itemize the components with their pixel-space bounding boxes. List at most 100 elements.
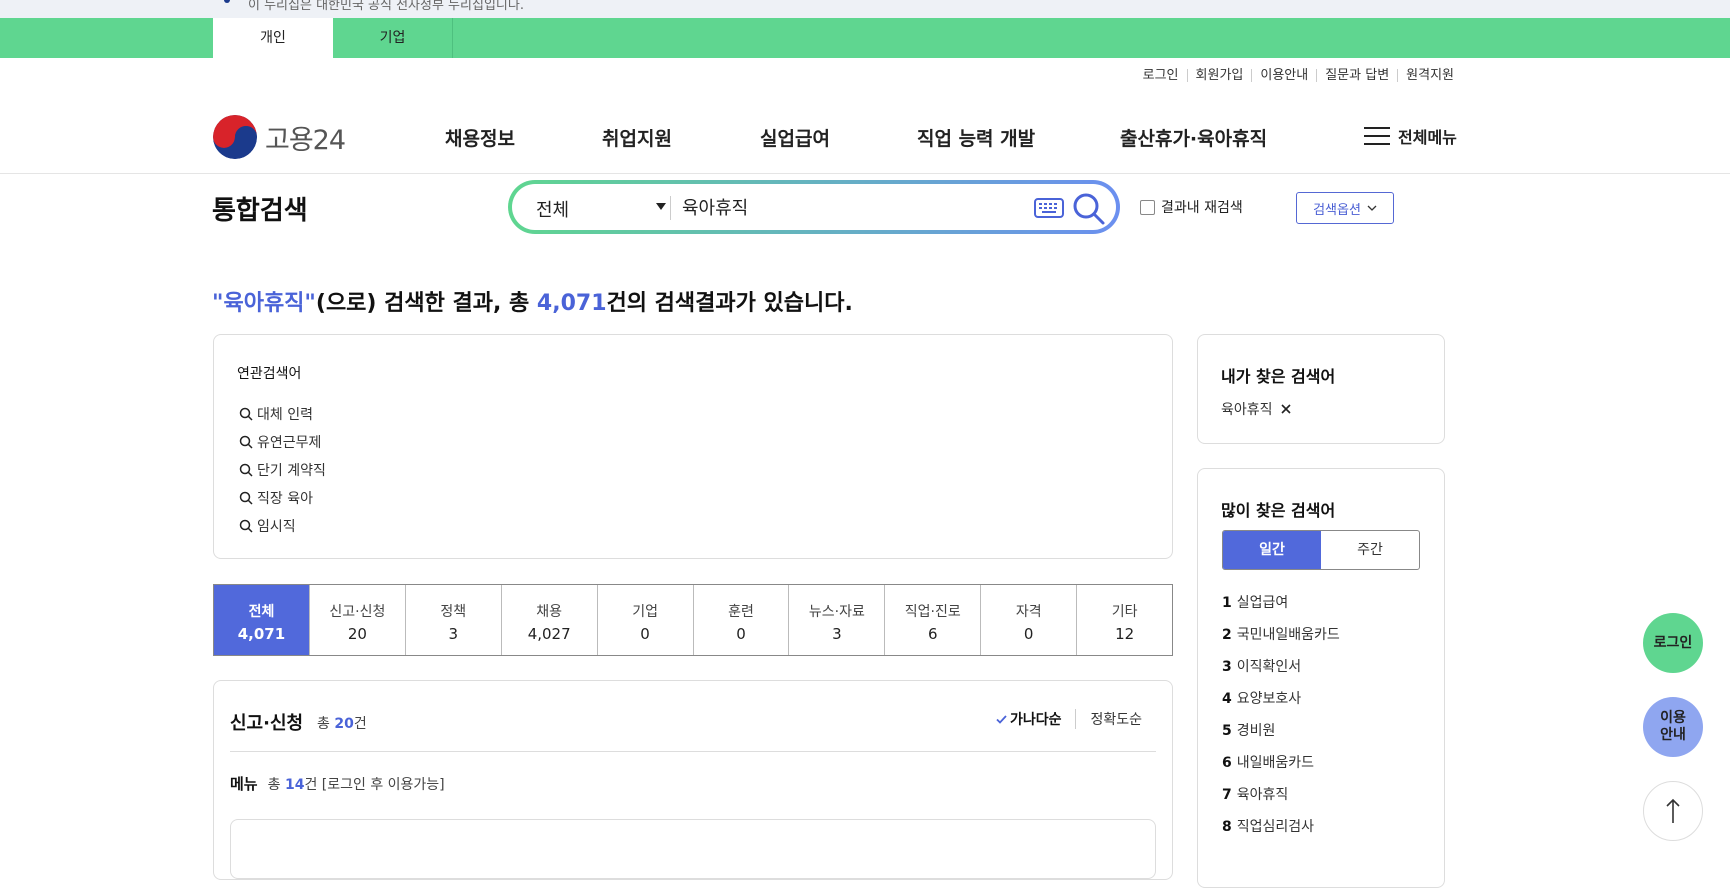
tab-label: 훈련 — [728, 604, 754, 620]
tab-etc[interactable]: 기타 12 — [1076, 585, 1172, 655]
tab-report-apply[interactable]: 신고·신청 20 — [308, 585, 405, 655]
search-category-value: 전체 — [536, 200, 570, 221]
sort-accuracy[interactable]: 정확도순 — [1075, 709, 1156, 729]
divider — [230, 751, 1156, 752]
my-keyword-item: 육아휴직 — [1221, 399, 1291, 419]
tab-count: 4,027 — [527, 625, 571, 643]
sort-alpha[interactable]: 가나다순 — [982, 709, 1076, 729]
arrow-up-icon — [1666, 798, 1680, 823]
related-item-label: 대체 인력 — [257, 407, 313, 423]
search-icon — [239, 463, 253, 477]
my-keywords-box: 내가 찾은 검색어 육아휴직 — [1197, 334, 1445, 444]
page-title: 통합검색 — [212, 196, 308, 226]
login-link[interactable]: 로그인 — [1135, 69, 1187, 82]
tab-label: 정책 — [440, 604, 467, 620]
category-tabs: 전체 4,071 신고·신청 20 정책 3 채용 4,027 기업 0 훈련 0 뉴스·자… — [213, 584, 1173, 656]
gov-banner: 이 누리집은 대한민국 공식 전자정부 누리집입니다. — [0, 0, 1730, 18]
signup-link[interactable]: 회원가입 — [1186, 69, 1252, 82]
popular-item[interactable]: 6 내일배움카드 — [1222, 747, 1340, 779]
popular-item[interactable]: 5 경비원 — [1222, 715, 1340, 747]
tab-policy[interactable]: 정책 3 — [404, 585, 501, 655]
section-count: 총 20건 — [317, 716, 367, 732]
tab-personal[interactable]: 개인 — [213, 18, 333, 58]
global-nav: 고용24 채용정보 취업지원 실업급여 직업 능력 개발 출산휴가·육아휴직 전… — [0, 100, 1730, 174]
search-options-button[interactable]: 검색옵션 — [1296, 192, 1394, 224]
search-icon — [239, 491, 253, 505]
close-icon[interactable] — [1280, 404, 1291, 414]
search-divider — [670, 196, 671, 220]
scroll-top-button[interactable] — [1643, 781, 1703, 841]
related-item[interactable]: 대체 인력 — [239, 400, 326, 428]
tab-company[interactable]: 기업 0 — [596, 585, 693, 655]
result-mid: (으로) 검색한 결과, 총 — [315, 291, 537, 316]
menu-result-card — [230, 819, 1156, 879]
related-title: 연관검색어 — [237, 366, 302, 382]
keyboard-icon[interactable] — [1034, 198, 1064, 218]
period-toggle: 일간 주간 — [1222, 530, 1420, 570]
result-keyword: "육아휴직" — [212, 291, 316, 316]
sort-alpha-label: 가나다순 — [1009, 712, 1062, 728]
nav-skill-development[interactable]: 직업 능력 개발 — [917, 124, 1035, 151]
tab-all[interactable]: 전체 4,071 — [214, 585, 309, 655]
check-icon — [996, 715, 1007, 724]
audience-tabs: 개인 기업 — [0, 18, 1730, 58]
my-keywords-title: 내가 찾은 검색어 — [1221, 367, 1336, 386]
search-icon — [239, 407, 253, 421]
tab-count: 4,071 — [237, 625, 286, 643]
tab-training[interactable]: 훈련 0 — [692, 585, 789, 655]
chevron-down-icon — [1367, 205, 1377, 211]
all-menu-button[interactable]: 전체메뉴 — [1364, 124, 1457, 148]
floating-login-button[interactable]: 로그인 — [1643, 613, 1703, 673]
related-keywords-box: 연관검색어 대체 인력 유연근무제 단기 계약직 직장 육아 임시직 — [213, 334, 1173, 559]
related-item[interactable]: 유연근무제 — [239, 428, 326, 456]
research-checkbox[interactable] — [1140, 199, 1155, 215]
tab-label: 자격 — [1015, 604, 1042, 620]
period-weekly[interactable]: 주간 — [1321, 531, 1419, 569]
popular-item[interactable]: 8 직업심리검사 — [1222, 811, 1340, 843]
popular-item[interactable]: 7 육아휴직 — [1222, 779, 1340, 811]
tab-license[interactable]: 자격 0 — [980, 585, 1076, 655]
related-item[interactable]: 단기 계약직 — [239, 456, 326, 484]
remote-support-link[interactable]: 원격지원 — [1397, 69, 1462, 82]
popular-item[interactable]: 4 요양보호사 — [1222, 683, 1340, 715]
related-item[interactable]: 임시직 — [239, 512, 326, 540]
tab-label: 기업 — [632, 604, 658, 620]
popular-item[interactable]: 2 국민내일배움카드 — [1222, 619, 1340, 651]
tab-label: 뉴스·자료 — [808, 604, 865, 620]
search-icon[interactable] — [1072, 192, 1106, 226]
nav-employment-support[interactable]: 취업지원 — [602, 124, 672, 151]
related-item-label: 직장 육아 — [257, 491, 313, 507]
tab-label: 직업·진로 — [904, 604, 961, 620]
period-daily[interactable]: 일간 — [1223, 531, 1321, 569]
logo-text: 고용24 — [265, 124, 346, 156]
related-item[interactable]: 직장 육아 — [239, 484, 326, 512]
tab-count: 0 — [1023, 625, 1034, 643]
my-keyword-label[interactable]: 육아휴직 — [1221, 399, 1273, 419]
qna-link[interactable]: 질문과 답변 — [1316, 69, 1397, 82]
tab-news[interactable]: 뉴스·자료 3 — [788, 585, 884, 655]
floating-guide-button[interactable]: 이용 안내 — [1643, 697, 1703, 757]
tab-label: 채용 — [536, 604, 563, 620]
tab-recruit[interactable]: 채용 4,027 — [500, 585, 597, 655]
popular-keywords-box: 많이 찾은 검색어 일간 주간 1 실업급여 2 국민내일배움카드 3 이직확인서 4… — [1197, 468, 1445, 888]
guide-link[interactable]: 이용안내 — [1251, 69, 1316, 82]
popular-item[interactable]: 1 실업급여 — [1222, 587, 1340, 619]
search-category-select[interactable]: 전체 — [536, 196, 666, 222]
popular-title: 많이 찾은 검색어 — [1221, 501, 1336, 520]
nav-unemployment-benefit[interactable]: 실업급여 — [760, 124, 830, 151]
nav-jobs[interactable]: 채용정보 — [445, 124, 515, 151]
tab-count: 20 — [347, 625, 367, 643]
popular-item[interactable]: 3 이직확인서 — [1222, 651, 1340, 683]
result-total: 4,071 — [536, 291, 607, 316]
tab-business[interactable]: 기업 — [333, 18, 453, 58]
related-item-label: 단기 계약직 — [257, 463, 326, 479]
site-logo[interactable]: 고용24 — [213, 115, 346, 159]
tab-count: 6 — [928, 625, 938, 643]
nav-parental-leave[interactable]: 출산휴가·육아휴직 — [1120, 124, 1267, 151]
search-input[interactable] — [682, 192, 1012, 222]
result-tail: 건의 검색결과가 있습니다. — [606, 291, 853, 316]
tab-career[interactable]: 직업·진로 6 — [884, 585, 980, 655]
tab-count: 3 — [448, 625, 459, 643]
tab-label: 신고·신청 — [329, 604, 386, 620]
research-in-results[interactable]: 결과내 재검색 — [1140, 197, 1243, 217]
